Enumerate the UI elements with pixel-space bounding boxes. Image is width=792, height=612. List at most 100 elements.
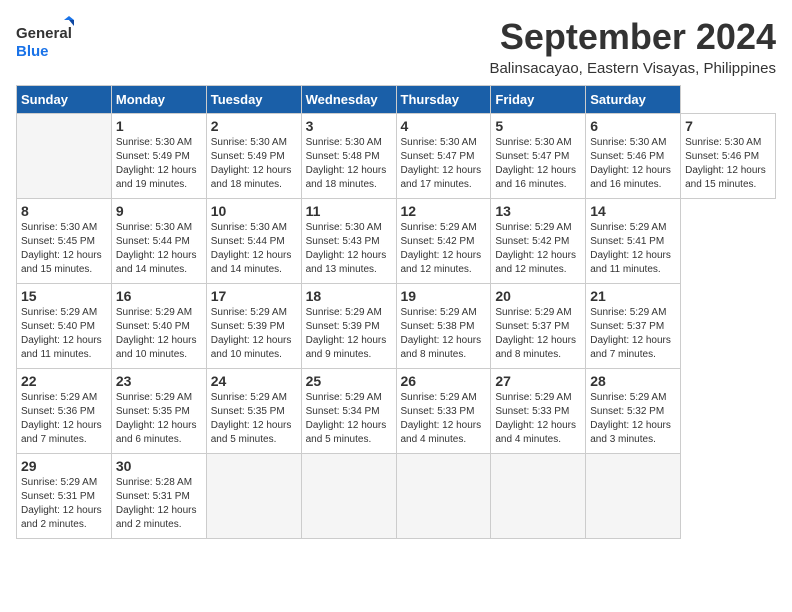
calendar-week-row: 1 Sunrise: 5:30 AM Sunset: 5:49 PM Dayli… xyxy=(17,114,776,199)
calendar-week-row: 29 Sunrise: 5:29 AM Sunset: 5:31 PM Dayl… xyxy=(17,454,776,539)
calendar-day-cell: 19 Sunrise: 5:29 AM Sunset: 5:38 PM Dayl… xyxy=(396,284,491,369)
day-number: 28 xyxy=(590,373,676,389)
calendar-day-cell: 3 Sunrise: 5:30 AM Sunset: 5:48 PM Dayli… xyxy=(301,114,396,199)
calendar-day-cell: 8 Sunrise: 5:30 AM Sunset: 5:45 PM Dayli… xyxy=(17,199,112,284)
day-number: 9 xyxy=(116,203,202,219)
day-info: Sunrise: 5:30 AM Sunset: 5:43 PM Dayligh… xyxy=(306,221,392,277)
day-info: Sunrise: 5:29 AM Sunset: 5:35 PM Dayligh… xyxy=(116,391,202,447)
calendar-day-cell: 10 Sunrise: 5:30 AM Sunset: 5:44 PM Dayl… xyxy=(206,199,301,284)
day-number: 24 xyxy=(211,373,297,389)
day-info: Sunrise: 5:29 AM Sunset: 5:35 PM Dayligh… xyxy=(211,391,297,447)
calendar-week-row: 8 Sunrise: 5:30 AM Sunset: 5:45 PM Dayli… xyxy=(17,199,776,284)
calendar-day-cell: 25 Sunrise: 5:29 AM Sunset: 5:34 PM Dayl… xyxy=(301,369,396,454)
calendar-day-cell: 7 Sunrise: 5:30 AM Sunset: 5:46 PM Dayli… xyxy=(681,114,776,199)
day-info: Sunrise: 5:29 AM Sunset: 5:32 PM Dayligh… xyxy=(590,391,676,447)
calendar-day-cell: 2 Sunrise: 5:30 AM Sunset: 5:49 PM Dayli… xyxy=(206,114,301,199)
day-info: Sunrise: 5:29 AM Sunset: 5:34 PM Dayligh… xyxy=(306,391,392,447)
calendar-day-cell: 12 Sunrise: 5:29 AM Sunset: 5:42 PM Dayl… xyxy=(396,199,491,284)
calendar-day-cell xyxy=(491,454,586,539)
day-number: 25 xyxy=(306,373,392,389)
day-number: 13 xyxy=(495,203,581,219)
day-number: 12 xyxy=(401,203,487,219)
weekday-header: Saturday xyxy=(586,86,681,114)
day-number: 19 xyxy=(401,288,487,304)
calendar-table: SundayMondayTuesdayWednesdayThursdayFrid… xyxy=(16,85,776,539)
day-number: 2 xyxy=(211,118,297,134)
day-info: Sunrise: 5:29 AM Sunset: 5:40 PM Dayligh… xyxy=(116,306,202,362)
title-area: September 2024 Balinsacayao, Eastern Vis… xyxy=(489,16,776,77)
day-number: 7 xyxy=(685,118,771,134)
calendar-week-row: 15 Sunrise: 5:29 AM Sunset: 5:40 PM Dayl… xyxy=(17,284,776,369)
calendar-day-cell: 15 Sunrise: 5:29 AM Sunset: 5:40 PM Dayl… xyxy=(17,284,112,369)
day-info: Sunrise: 5:29 AM Sunset: 5:37 PM Dayligh… xyxy=(495,306,581,362)
day-number: 10 xyxy=(211,203,297,219)
day-number: 23 xyxy=(116,373,202,389)
day-info: Sunrise: 5:29 AM Sunset: 5:37 PM Dayligh… xyxy=(590,306,676,362)
day-number: 6 xyxy=(590,118,676,134)
day-info: Sunrise: 5:29 AM Sunset: 5:40 PM Dayligh… xyxy=(21,306,107,362)
day-info: Sunrise: 5:29 AM Sunset: 5:42 PM Dayligh… xyxy=(495,221,581,277)
calendar-day-cell xyxy=(586,454,681,539)
day-info: Sunrise: 5:30 AM Sunset: 5:44 PM Dayligh… xyxy=(116,221,202,277)
calendar-day-cell: 11 Sunrise: 5:30 AM Sunset: 5:43 PM Dayl… xyxy=(301,199,396,284)
header: General Blue September 2024 Balinsacayao… xyxy=(16,16,776,77)
day-info: Sunrise: 5:30 AM Sunset: 5:44 PM Dayligh… xyxy=(211,221,297,277)
logo: General Blue xyxy=(16,16,76,64)
svg-text:Blue: Blue xyxy=(16,43,49,60)
day-info: Sunrise: 5:30 AM Sunset: 5:49 PM Dayligh… xyxy=(116,136,202,192)
day-number: 11 xyxy=(306,203,392,219)
day-number: 8 xyxy=(21,203,107,219)
calendar-day-cell: 9 Sunrise: 5:30 AM Sunset: 5:44 PM Dayli… xyxy=(111,199,206,284)
day-number: 21 xyxy=(590,288,676,304)
calendar-day-cell: 17 Sunrise: 5:29 AM Sunset: 5:39 PM Dayl… xyxy=(206,284,301,369)
calendar-day-cell: 13 Sunrise: 5:29 AM Sunset: 5:42 PM Dayl… xyxy=(491,199,586,284)
day-info: Sunrise: 5:30 AM Sunset: 5:47 PM Dayligh… xyxy=(401,136,487,192)
day-info: Sunrise: 5:29 AM Sunset: 5:41 PM Dayligh… xyxy=(590,221,676,277)
day-info: Sunrise: 5:29 AM Sunset: 5:33 PM Dayligh… xyxy=(401,391,487,447)
calendar-body: 1 Sunrise: 5:30 AM Sunset: 5:49 PM Dayli… xyxy=(17,114,776,539)
calendar-day-cell: 27 Sunrise: 5:29 AM Sunset: 5:33 PM Dayl… xyxy=(491,369,586,454)
calendar-day-cell: 5 Sunrise: 5:30 AM Sunset: 5:47 PM Dayli… xyxy=(491,114,586,199)
day-info: Sunrise: 5:28 AM Sunset: 5:31 PM Dayligh… xyxy=(116,476,202,532)
calendar-day-cell: 4 Sunrise: 5:30 AM Sunset: 5:47 PM Dayli… xyxy=(396,114,491,199)
logo-svg: General Blue xyxy=(16,16,76,64)
calendar-day-cell: 6 Sunrise: 5:30 AM Sunset: 5:46 PM Dayli… xyxy=(586,114,681,199)
calendar-day-cell: 18 Sunrise: 5:29 AM Sunset: 5:39 PM Dayl… xyxy=(301,284,396,369)
day-number: 16 xyxy=(116,288,202,304)
day-info: Sunrise: 5:30 AM Sunset: 5:45 PM Dayligh… xyxy=(21,221,107,277)
calendar-day-cell: 20 Sunrise: 5:29 AM Sunset: 5:37 PM Dayl… xyxy=(491,284,586,369)
calendar-day-cell: 1 Sunrise: 5:30 AM Sunset: 5:49 PM Dayli… xyxy=(111,114,206,199)
day-number: 30 xyxy=(116,458,202,474)
calendar-day-cell: 16 Sunrise: 5:29 AM Sunset: 5:40 PM Dayl… xyxy=(111,284,206,369)
calendar-header: SundayMondayTuesdayWednesdayThursdayFrid… xyxy=(17,86,776,114)
subtitle: Balinsacayao, Eastern Visayas, Philippin… xyxy=(489,60,776,77)
calendar-day-cell xyxy=(17,114,112,199)
weekday-header: Monday xyxy=(111,86,206,114)
calendar-day-cell xyxy=(206,454,301,539)
day-info: Sunrise: 5:29 AM Sunset: 5:31 PM Dayligh… xyxy=(21,476,107,532)
day-number: 26 xyxy=(401,373,487,389)
calendar-day-cell xyxy=(396,454,491,539)
calendar-day-cell: 14 Sunrise: 5:29 AM Sunset: 5:41 PM Dayl… xyxy=(586,199,681,284)
day-info: Sunrise: 5:29 AM Sunset: 5:42 PM Dayligh… xyxy=(401,221,487,277)
day-info: Sunrise: 5:29 AM Sunset: 5:39 PM Dayligh… xyxy=(211,306,297,362)
calendar-day-cell: 30 Sunrise: 5:28 AM Sunset: 5:31 PM Dayl… xyxy=(111,454,206,539)
calendar-day-cell: 21 Sunrise: 5:29 AM Sunset: 5:37 PM Dayl… xyxy=(586,284,681,369)
calendar-day-cell: 22 Sunrise: 5:29 AM Sunset: 5:36 PM Dayl… xyxy=(17,369,112,454)
day-number: 29 xyxy=(21,458,107,474)
calendar-day-cell: 24 Sunrise: 5:29 AM Sunset: 5:35 PM Dayl… xyxy=(206,369,301,454)
day-info: Sunrise: 5:30 AM Sunset: 5:46 PM Dayligh… xyxy=(685,136,771,192)
day-info: Sunrise: 5:30 AM Sunset: 5:47 PM Dayligh… xyxy=(495,136,581,192)
day-number: 4 xyxy=(401,118,487,134)
weekday-header: Tuesday xyxy=(206,86,301,114)
day-info: Sunrise: 5:29 AM Sunset: 5:36 PM Dayligh… xyxy=(21,391,107,447)
day-info: Sunrise: 5:30 AM Sunset: 5:46 PM Dayligh… xyxy=(590,136,676,192)
day-number: 5 xyxy=(495,118,581,134)
calendar-week-row: 22 Sunrise: 5:29 AM Sunset: 5:36 PM Dayl… xyxy=(17,369,776,454)
day-number: 3 xyxy=(306,118,392,134)
calendar-day-cell: 26 Sunrise: 5:29 AM Sunset: 5:33 PM Dayl… xyxy=(396,369,491,454)
day-info: Sunrise: 5:30 AM Sunset: 5:49 PM Dayligh… xyxy=(211,136,297,192)
weekday-header: Wednesday xyxy=(301,86,396,114)
day-info: Sunrise: 5:29 AM Sunset: 5:33 PM Dayligh… xyxy=(495,391,581,447)
day-info: Sunrise: 5:30 AM Sunset: 5:48 PM Dayligh… xyxy=(306,136,392,192)
